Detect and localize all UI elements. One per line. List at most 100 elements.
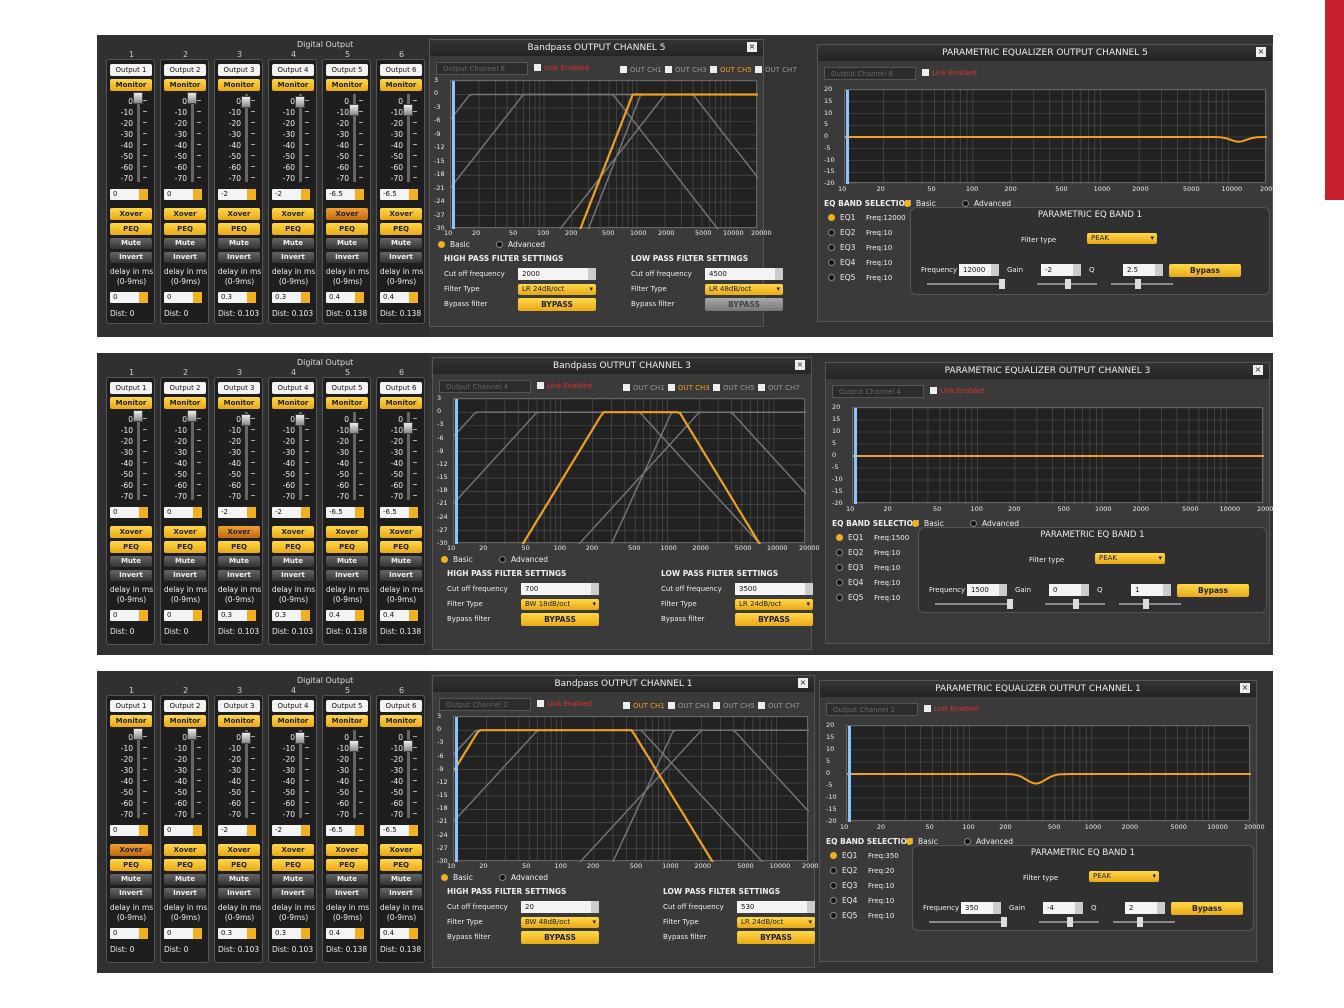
xover-button[interactable]: Xover bbox=[380, 526, 422, 538]
peq-link-dropdown[interactable]: Output Channel 4 bbox=[832, 385, 924, 398]
spin-arrows-icon[interactable] bbox=[591, 583, 599, 595]
invert-button[interactable]: Invert bbox=[326, 888, 368, 899]
radio-icon[interactable] bbox=[906, 838, 913, 845]
invert-button[interactable]: Invert bbox=[164, 252, 206, 263]
radio-icon[interactable] bbox=[828, 229, 835, 236]
parameter-slider[interactable] bbox=[1039, 917, 1099, 927]
eq-band-radio[interactable]: EQ2 bbox=[836, 548, 863, 557]
link-channel-dropdown[interactable]: Output Channel 2 bbox=[439, 698, 531, 711]
spin-arrows-icon[interactable] bbox=[301, 189, 310, 200]
mute-button[interactable]: Mute bbox=[380, 874, 422, 885]
xover-button[interactable]: Xover bbox=[110, 844, 152, 856]
close-icon[interactable]: × bbox=[798, 678, 808, 688]
link-channel-dropdown[interactable]: Output Channel 6 bbox=[436, 62, 528, 75]
mute-button[interactable]: Mute bbox=[272, 556, 314, 567]
delay-spinbox[interactable]: 0.4 bbox=[326, 928, 364, 939]
spin-arrows-icon[interactable] bbox=[1155, 264, 1163, 276]
eq-band-radio[interactable]: EQ4 bbox=[836, 578, 863, 587]
gain-spinbox[interactable]: -2 bbox=[272, 825, 310, 836]
xover-button[interactable]: Xover bbox=[380, 208, 422, 220]
close-icon[interactable]: × bbox=[1240, 683, 1250, 693]
volume-fader[interactable] bbox=[133, 728, 143, 818]
out-channel-checkbox[interactable]: OUT CH5 bbox=[713, 384, 755, 392]
spin-arrows-icon[interactable] bbox=[193, 825, 202, 836]
volume-fader[interactable] bbox=[403, 94, 413, 182]
checkbox-icon[interactable] bbox=[758, 702, 765, 709]
peq-button[interactable]: PEQ bbox=[380, 541, 422, 553]
gain-spinbox[interactable]: -2 bbox=[218, 825, 256, 836]
fader-knob[interactable] bbox=[349, 104, 359, 116]
mute-button[interactable]: Mute bbox=[110, 556, 152, 567]
checkbox-icon[interactable] bbox=[758, 384, 765, 391]
peq-button[interactable]: PEQ bbox=[164, 223, 206, 235]
spin-arrows-icon[interactable] bbox=[1081, 584, 1089, 596]
invert-button[interactable]: Invert bbox=[110, 570, 152, 581]
monitor-button[interactable]: Monitor bbox=[380, 79, 422, 91]
peq-button[interactable]: PEQ bbox=[380, 859, 422, 871]
xover-button[interactable]: Xover bbox=[326, 844, 368, 856]
spin-arrows-icon[interactable] bbox=[139, 610, 148, 621]
peq-button[interactable]: PEQ bbox=[218, 541, 260, 553]
spin-arrows-icon[interactable] bbox=[409, 292, 418, 303]
spin-arrows-icon[interactable] bbox=[301, 825, 310, 836]
spin-arrows-icon[interactable] bbox=[409, 507, 418, 518]
peq-button[interactable]: PEQ bbox=[218, 223, 260, 235]
volume-fader[interactable] bbox=[187, 410, 197, 500]
volume-fader[interactable] bbox=[349, 412, 359, 500]
delay-spinbox[interactable]: 0.4 bbox=[380, 928, 418, 939]
link-enabled-checkbox[interactable]: Link Enabled bbox=[537, 382, 592, 390]
spin-arrows-icon[interactable] bbox=[409, 825, 418, 836]
spin-arrows-icon[interactable] bbox=[591, 901, 599, 913]
fader-knob[interactable] bbox=[187, 728, 197, 740]
q-input[interactable]: 2.5 bbox=[1123, 264, 1163, 276]
mute-button[interactable]: Mute bbox=[110, 238, 152, 249]
delay-spinbox[interactable]: 0 bbox=[110, 928, 148, 939]
fader-knob[interactable] bbox=[241, 414, 251, 426]
radio-icon[interactable] bbox=[836, 579, 843, 586]
delay-spinbox[interactable]: 0.3 bbox=[272, 928, 310, 939]
spin-arrows-icon[interactable] bbox=[355, 928, 364, 939]
invert-button[interactable]: Invert bbox=[164, 570, 206, 581]
slider-handle[interactable] bbox=[1065, 279, 1071, 289]
volume-fader[interactable] bbox=[133, 92, 143, 182]
lp-filter-type-select[interactable]: LR 48dB/oct bbox=[705, 284, 783, 295]
volume-fader[interactable] bbox=[295, 94, 305, 182]
peq-button[interactable]: PEQ bbox=[272, 859, 314, 871]
slider-handle[interactable] bbox=[1143, 599, 1149, 609]
volume-fader[interactable] bbox=[403, 730, 413, 818]
frequency-input[interactable]: 350 bbox=[961, 902, 1001, 914]
spin-arrows-icon[interactable] bbox=[991, 264, 999, 276]
basic-radio[interactable]: Basic bbox=[441, 555, 473, 564]
monitor-button[interactable]: Monitor bbox=[164, 397, 206, 409]
monitor-button[interactable]: Monitor bbox=[164, 79, 206, 91]
gain-spinbox[interactable]: -2 bbox=[272, 507, 310, 518]
eq-band-radio[interactable]: EQ3 bbox=[836, 563, 863, 572]
gain-spinbox[interactable]: 0 bbox=[164, 825, 202, 836]
close-icon[interactable]: × bbox=[747, 42, 757, 52]
eq-band-radio[interactable]: EQ2 bbox=[828, 228, 855, 237]
gain-spinbox[interactable]: -6.5 bbox=[380, 507, 418, 518]
mute-button[interactable]: Mute bbox=[218, 238, 260, 249]
fader-knob[interactable] bbox=[295, 732, 305, 744]
out-channel-checkbox[interactable]: OUT CH1 bbox=[623, 384, 665, 392]
volume-fader[interactable] bbox=[187, 728, 197, 818]
spin-arrows-icon[interactable] bbox=[139, 292, 148, 303]
slider-handle[interactable] bbox=[1073, 599, 1079, 609]
monitor-button[interactable]: Monitor bbox=[218, 397, 260, 409]
gain-spinbox[interactable]: -6.5 bbox=[326, 825, 364, 836]
checkbox-icon[interactable] bbox=[537, 382, 544, 389]
peq-button[interactable]: PEQ bbox=[110, 223, 152, 235]
spin-arrows-icon[interactable] bbox=[247, 189, 256, 200]
spin-arrows-icon[interactable] bbox=[247, 610, 256, 621]
gain-spinbox[interactable]: 0 bbox=[110, 189, 148, 200]
peak-filter-select[interactable]: PEAK bbox=[1087, 233, 1157, 244]
hp-filter-type-select[interactable]: BW 18dB/oct bbox=[521, 599, 599, 610]
lp-bypass-button[interactable]: BYPASS bbox=[737, 931, 815, 944]
radio-icon[interactable] bbox=[496, 241, 503, 248]
spin-arrows-icon[interactable] bbox=[355, 507, 364, 518]
eq-band-radio[interactable]: EQ5 bbox=[836, 593, 863, 602]
delay-spinbox[interactable]: 0.3 bbox=[218, 292, 256, 303]
q-input[interactable]: 1 bbox=[1131, 584, 1171, 596]
hp-cutoff-input[interactable]: 2000 bbox=[518, 268, 596, 280]
radio-icon[interactable] bbox=[836, 534, 843, 541]
